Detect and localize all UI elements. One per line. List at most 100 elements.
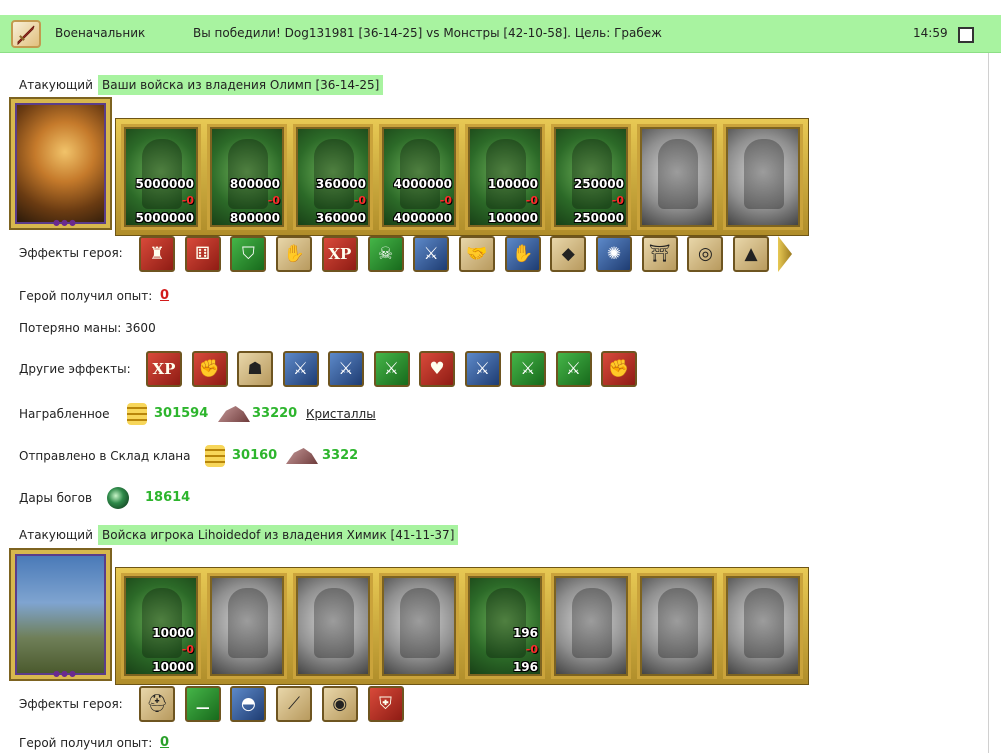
unit-figure-icon (142, 588, 182, 658)
clan-storage-label: Отправлено в Склад клана (19, 449, 191, 463)
unit-slot[interactable]: 4000000 -0 4000000 (379, 124, 459, 230)
unit-count: 10000 (152, 626, 194, 640)
unit-figure-icon (572, 139, 612, 209)
unit-slot[interactable]: 100000 -0 100000 (465, 124, 545, 230)
crystals-link[interactable]: Кристаллы (306, 407, 376, 421)
unit-count-after: 800000 (229, 211, 280, 225)
shield-icon[interactable]: ⛉ (230, 236, 267, 272)
gate-icon[interactable]: ⛩ (641, 236, 678, 272)
unit-count: 4000000 (393, 177, 452, 191)
sword-icon[interactable]: ⚔ (413, 236, 450, 272)
heart-sword-icon[interactable]: ♥ (419, 351, 455, 387)
xp-icon[interactable]: XP (146, 351, 182, 387)
helmet-icon[interactable]: ⛑ (139, 686, 175, 722)
battle-header: Военачальник Вы победили! Dog131981 [36-… (0, 15, 1001, 53)
unit-figure-icon (142, 139, 182, 209)
unit-slot[interactable] (723, 573, 803, 679)
attacker-army-tag: Ваши войска из владения Олимп [36-14-25] (98, 75, 384, 95)
unit-figure-icon (314, 139, 354, 209)
unit-slot[interactable] (551, 573, 631, 679)
unit-count: 196 (512, 626, 538, 640)
experience-label-2: Герой получил опыт: (19, 736, 153, 750)
sword-icon[interactable]: ⚔ (328, 351, 364, 387)
ruby-icon[interactable]: ◆ (550, 236, 587, 272)
attacker-label-2: Атакующий (19, 528, 93, 542)
unit-slot[interactable] (207, 573, 287, 679)
unit-slot[interactable]: 250000 -0 250000 (551, 124, 631, 230)
sword-green-icon[interactable]: ⚔ (510, 351, 546, 387)
unit-slot[interactable] (723, 124, 803, 230)
battle-time: 14:59 (913, 26, 948, 40)
unit-loss: -0 (525, 194, 538, 207)
mana-lost-label: Потеряно маны: 3600 (19, 321, 156, 335)
tent-icon[interactable]: ▲ (733, 236, 770, 272)
unit-loss: -0 (267, 194, 280, 207)
unit-count: 100000 (487, 177, 538, 191)
handshake-icon[interactable]: 🤝 (458, 236, 495, 272)
unit-figure-icon (744, 139, 784, 209)
spider-web-icon[interactable]: ✺ (596, 236, 632, 272)
round-shield-icon[interactable]: ◉ (321, 686, 358, 722)
unit-count-after: 10000 (152, 660, 194, 674)
crystal-icon (286, 448, 318, 464)
gold-icon (205, 445, 225, 467)
experience-value[interactable]: 0 (160, 288, 169, 303)
unit-count-after: 100000 (487, 211, 538, 225)
cauldron-icon[interactable]: ◓ (230, 686, 267, 722)
handshake-shield-icon[interactable]: ✋ (276, 236, 313, 272)
ring-icon[interactable]: ◎ (687, 236, 724, 272)
armor-icon[interactable]: ⛨ (367, 686, 404, 722)
unit-slot[interactable] (379, 573, 459, 679)
bag-icon[interactable]: ☗ (237, 351, 273, 387)
unit-figure-icon (486, 139, 526, 209)
unit-figure-icon (228, 139, 268, 209)
unit-count-after: 4000000 (393, 211, 452, 225)
unit-figure-icon (658, 139, 698, 209)
unit-count: 250000 (573, 177, 624, 191)
unit-figure-icon (744, 588, 784, 658)
clan-gold-value: 30160 (232, 448, 278, 463)
fist-sword-icon[interactable]: ✊ (191, 351, 228, 387)
loot-label: Награбленное (19, 407, 110, 421)
crystal-hand-icon[interactable]: ✋ (504, 236, 541, 272)
more-effects-arrow-icon[interactable] (778, 236, 792, 272)
unit-slot[interactable]: 800000 -0 800000 (207, 124, 287, 230)
gods-gifts-value: 18614 (145, 490, 191, 505)
spear-icon[interactable]: ⟋ (276, 686, 313, 722)
gold-icon (127, 403, 147, 425)
unit-slot[interactable] (293, 573, 373, 679)
xp-monster-icon[interactable]: ☠ (367, 236, 404, 272)
unit-slot[interactable]: 10000 -0 10000 (121, 573, 201, 679)
sword-green-icon[interactable]: ⚔ (555, 351, 592, 387)
unit-count: 360000 (315, 177, 366, 191)
unit-count-after: 360000 (315, 211, 366, 225)
unit-count-after: 5000000 (135, 211, 194, 225)
sword-icon (11, 20, 41, 48)
clan-crystal-value: 3322 (322, 448, 359, 463)
unit-slot[interactable]: 5000000 -0 5000000 (121, 124, 201, 230)
tower-icon[interactable]: ♜ (139, 236, 175, 272)
unit-figure-icon (228, 588, 268, 658)
hero-portrait[interactable]: ●●● (9, 97, 112, 230)
hero-portrait-2[interactable]: ●●● (9, 548, 112, 681)
sword-green-icon[interactable]: ⚔ (373, 351, 410, 387)
attacker-label: Атакующий (19, 78, 93, 92)
hero-image (15, 103, 106, 224)
unit-slot[interactable] (637, 573, 717, 679)
unit-count: 5000000 (135, 177, 194, 191)
experience-value-2[interactable]: 0 (160, 735, 169, 750)
unit-slot[interactable]: 360000 -0 360000 (293, 124, 373, 230)
unit-figure-icon (400, 139, 440, 209)
unit-slot[interactable] (637, 124, 717, 230)
boots-icon[interactable]: ⚊ (184, 686, 221, 722)
unit-loss: -0 (181, 643, 194, 656)
select-checkbox[interactable] (958, 27, 974, 43)
xp-icon[interactable]: XP (321, 236, 358, 272)
fist-sword-icon[interactable]: ✊ (601, 351, 637, 387)
other-effects-label: Другие эффекты: (19, 362, 131, 376)
hero-image-2 (15, 554, 106, 675)
sword-icon[interactable]: ⚔ (464, 351, 501, 387)
unit-slot[interactable]: 196 -0 196 (465, 573, 545, 679)
sword-icon[interactable]: ⚔ (282, 351, 319, 387)
dice-icon[interactable]: ⚅ (184, 236, 221, 272)
